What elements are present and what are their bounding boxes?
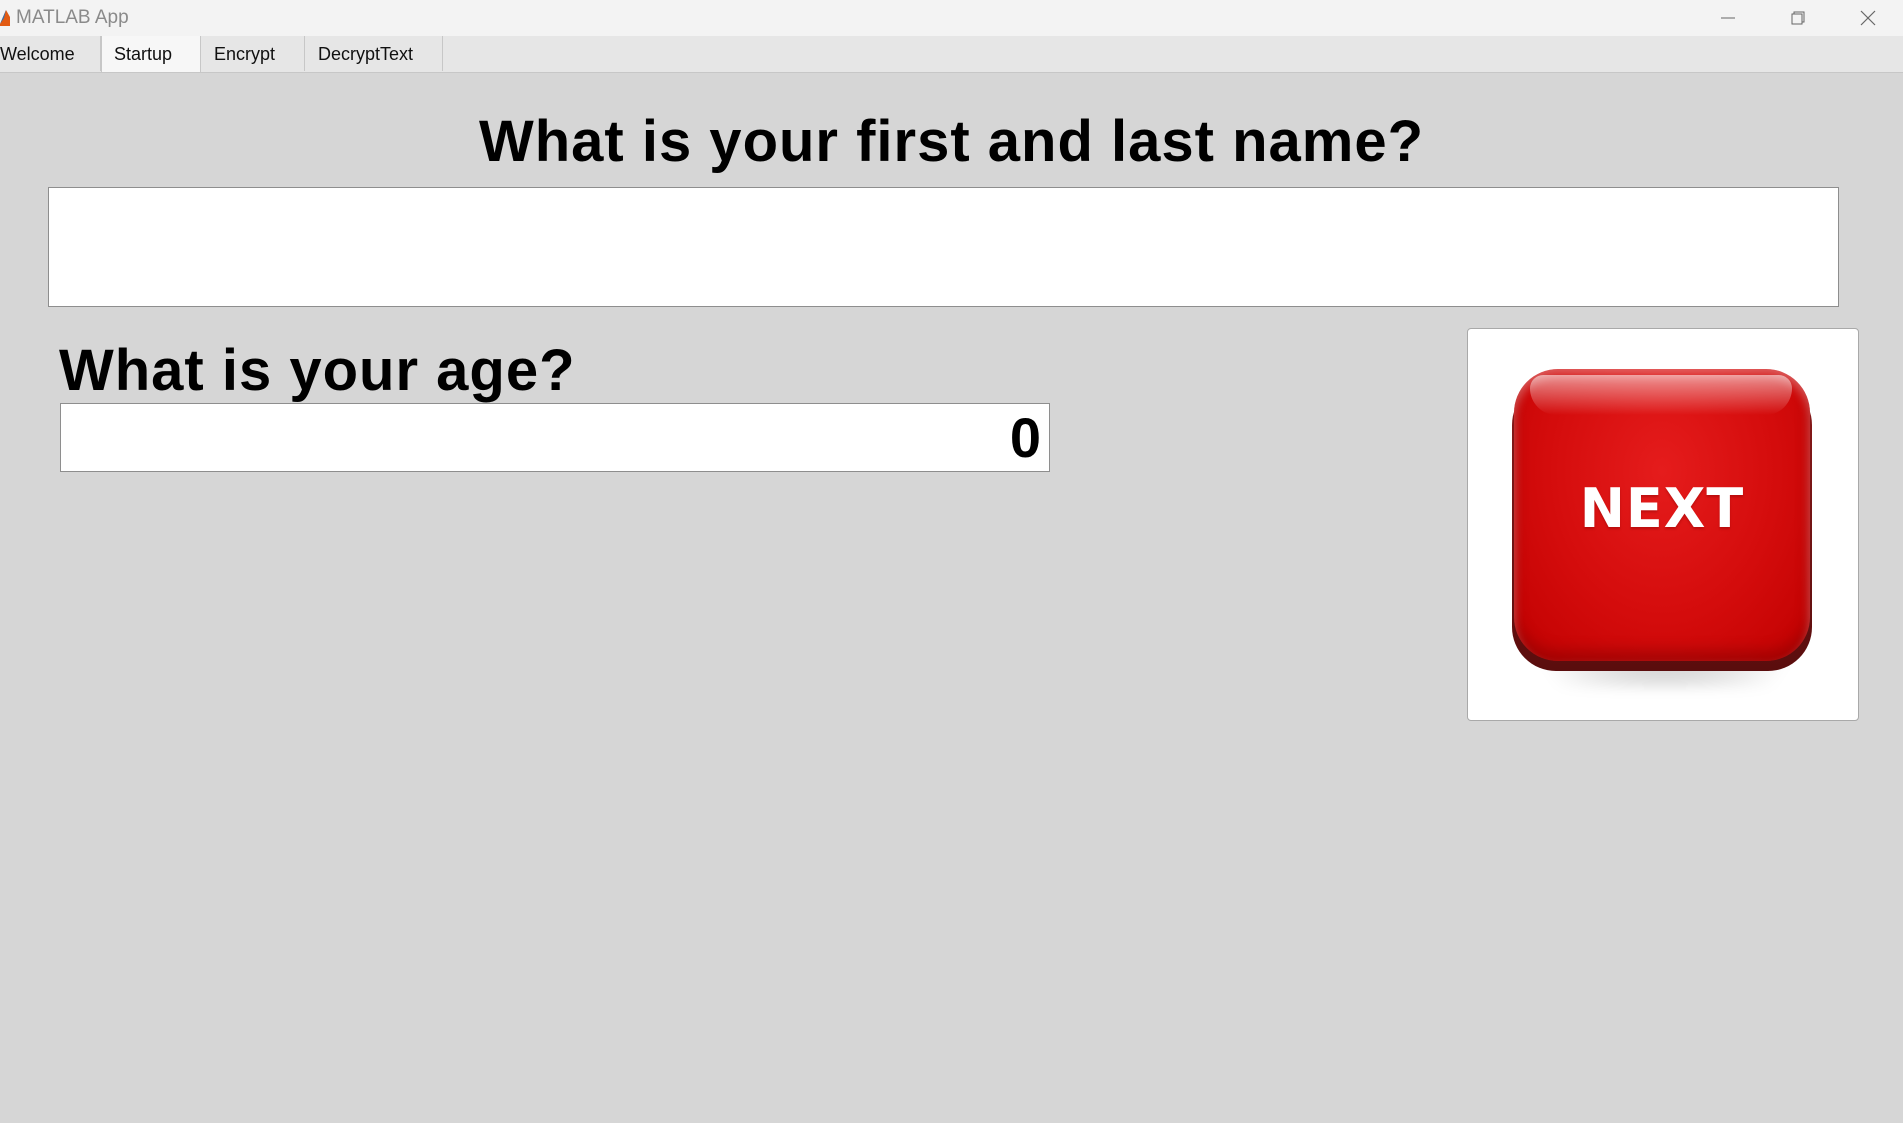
minimize-icon [1720,10,1736,26]
tab-decrypttext[interactable]: DecryptText [305,36,443,71]
name-question-label: What is your first and last name? [478,109,1425,174]
age-question-label: What is your age? [59,338,576,403]
tab-startup[interactable]: Startup [101,36,201,72]
window-title: MATLAB App [16,7,129,28]
next-button-image: NEXT [1512,369,1814,689]
close-icon [1860,10,1876,26]
restore-button[interactable] [1763,0,1833,36]
app-window: MATLAB App Welcome Startup Encrypt Decry… [0,0,1903,1123]
matlab-logo-icon [0,8,10,26]
close-button[interactable] [1833,0,1903,36]
next-button[interactable]: NEXT [1467,328,1859,721]
name-input[interactable] [48,187,1839,307]
minimize-button[interactable] [1693,0,1763,36]
age-input[interactable] [60,403,1050,472]
tab-encrypt[interactable]: Encrypt [201,36,305,71]
next-button-label: NEXT [1579,477,1745,540]
tab-group: Welcome Startup Encrypt DecryptText [0,36,1903,73]
restore-icon [1790,10,1806,26]
tab-welcome[interactable]: Welcome [0,36,101,71]
title-bar: MATLAB App [0,0,1903,37]
